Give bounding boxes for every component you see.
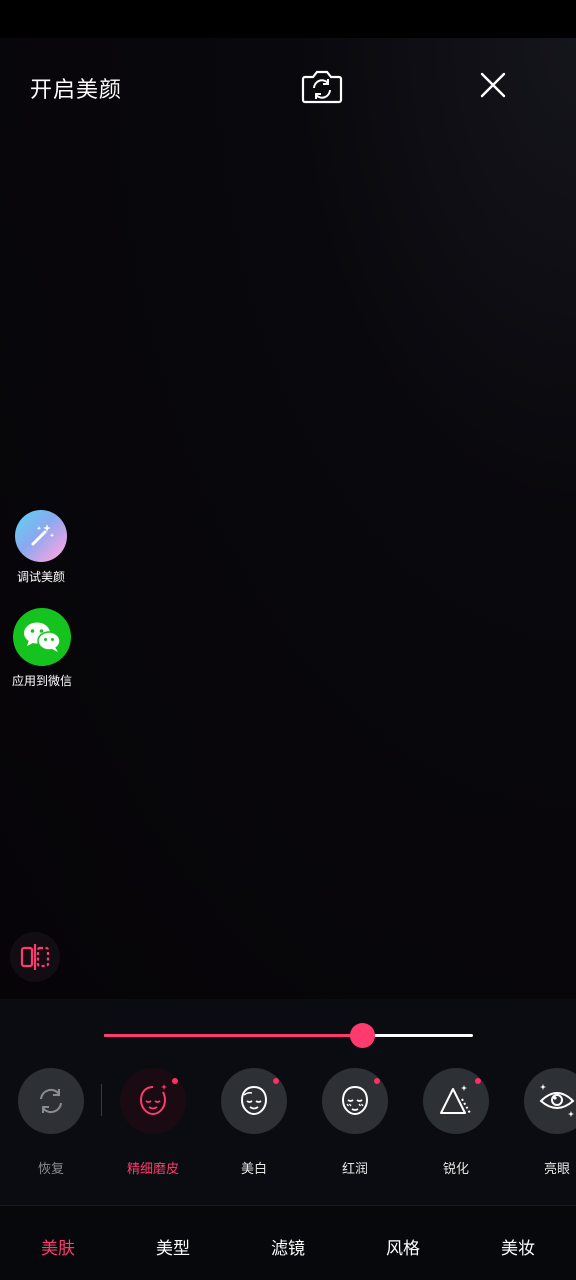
camera-preview xyxy=(0,38,576,999)
slider-handle[interactable] xyxy=(349,1023,375,1048)
tab-skin[interactable]: 美肤 xyxy=(8,1234,108,1259)
compare-icon xyxy=(20,944,50,970)
bright-eyes-tool[interactable]: 亮眼 xyxy=(512,1068,576,1177)
tool-divider xyxy=(101,1084,102,1116)
eye-bright-icon xyxy=(524,1068,576,1134)
tab-shape[interactable]: 美型 xyxy=(123,1234,223,1259)
reset-tool[interactable]: 恢复 xyxy=(6,1068,96,1177)
tab-makeup[interactable]: 美妆 xyxy=(468,1234,568,1259)
tool-label: 红润 xyxy=(341,1162,368,1177)
flip-camera-button[interactable] xyxy=(300,66,344,106)
tune-beauty-label: 调试美颜 xyxy=(16,570,65,584)
face-smooth-icon xyxy=(120,1068,186,1134)
tool-label: 精细磨皮 xyxy=(126,1162,179,1177)
face-rosy-icon xyxy=(322,1068,388,1134)
close-button[interactable] xyxy=(474,66,512,104)
rosy-tool[interactable]: 红润 xyxy=(310,1068,400,1177)
tool-label: 恢复 xyxy=(37,1162,64,1177)
face-whiten-icon xyxy=(221,1068,287,1134)
tool-label: 锐化 xyxy=(442,1162,469,1177)
page-title: 开启美颜 xyxy=(30,78,123,103)
smooth-skin-tool[interactable]: 精细磨皮 xyxy=(108,1068,198,1177)
wechat-icon xyxy=(13,608,71,666)
status-bar xyxy=(0,0,576,38)
compare-button[interactable] xyxy=(10,932,60,982)
slider-fill xyxy=(104,1034,362,1037)
sharpen-tool[interactable]: 锐化 xyxy=(411,1068,501,1177)
tune-beauty-button[interactable]: 调试美颜 xyxy=(10,510,72,585)
new-indicator xyxy=(172,1078,178,1084)
new-indicator xyxy=(475,1078,481,1084)
whiten-tool[interactable]: 美白 xyxy=(209,1068,299,1177)
tool-label: 美白 xyxy=(240,1162,267,1177)
reset-icon xyxy=(18,1068,84,1134)
tab-filter[interactable]: 滤镜 xyxy=(238,1234,338,1259)
close-icon xyxy=(480,72,506,98)
sharpen-icon xyxy=(423,1068,489,1134)
apply-to-wechat-button[interactable]: 应用到微信 xyxy=(8,608,76,689)
intensity-slider[interactable] xyxy=(104,1023,473,1048)
camera-switch-icon xyxy=(301,70,343,104)
magic-wand-icon xyxy=(15,510,67,562)
new-indicator xyxy=(374,1078,380,1084)
apply-to-wechat-label: 应用到微信 xyxy=(11,674,72,688)
tab-style[interactable]: 风格 xyxy=(353,1234,453,1259)
new-indicator xyxy=(273,1078,279,1084)
tool-label: 亮眼 xyxy=(543,1162,570,1177)
category-tabbar: 美肤 美型 滤镜 风格 美妆 xyxy=(0,1205,576,1280)
